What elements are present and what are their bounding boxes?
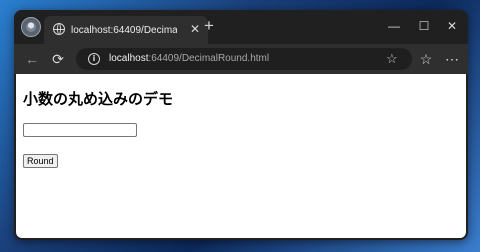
tab-close-icon[interactable]: ✕ xyxy=(190,22,200,36)
round-button[interactable]: Round xyxy=(23,154,58,168)
browser-toolbar: ← ⟳ i localhost:64409/DecimalRound.html … xyxy=(14,44,468,74)
profile-avatar[interactable] xyxy=(21,17,41,37)
info-icon[interactable]: i xyxy=(88,53,100,65)
url-text[interactable]: localhost:64409/DecimalRound.html xyxy=(109,52,269,66)
number-input[interactable] xyxy=(23,123,137,137)
page-content: 小数の丸め込みのデモ Round xyxy=(16,74,466,238)
browser-tab[interactable]: localhost:64409/DecimalRound.html ✕ xyxy=(44,16,208,44)
favorite-star-icon[interactable]: ☆ xyxy=(386,51,398,67)
collections-icon[interactable]: ☆ xyxy=(416,49,436,69)
address-bar[interactable]: i localhost:64409/DecimalRound.html ☆ xyxy=(76,48,412,70)
more-menu-icon[interactable]: ⋯ xyxy=(442,49,462,69)
browser-window: localhost:64409/DecimalRound.html ✕ + — … xyxy=(14,10,468,240)
close-window-icon[interactable]: ✕ xyxy=(443,18,461,34)
tab-title: localhost:64409/DecimalRound.html xyxy=(71,25,177,36)
new-tab-icon[interactable]: + xyxy=(204,16,214,36)
minimize-icon[interactable]: — xyxy=(385,18,403,34)
page-heading: 小数の丸め込みのデモ xyxy=(23,90,174,108)
avatar-icon xyxy=(26,22,36,32)
title-bar: localhost:64409/DecimalRound.html ✕ + — … xyxy=(14,10,468,44)
maximize-icon[interactable]: ☐ xyxy=(415,18,433,34)
url-path: :64409/DecimalRound.html xyxy=(148,53,270,64)
globe-icon xyxy=(53,23,65,35)
refresh-icon[interactable]: ⟳ xyxy=(48,49,68,69)
back-icon[interactable]: ← xyxy=(22,49,42,69)
url-host: localhost xyxy=(109,53,149,64)
